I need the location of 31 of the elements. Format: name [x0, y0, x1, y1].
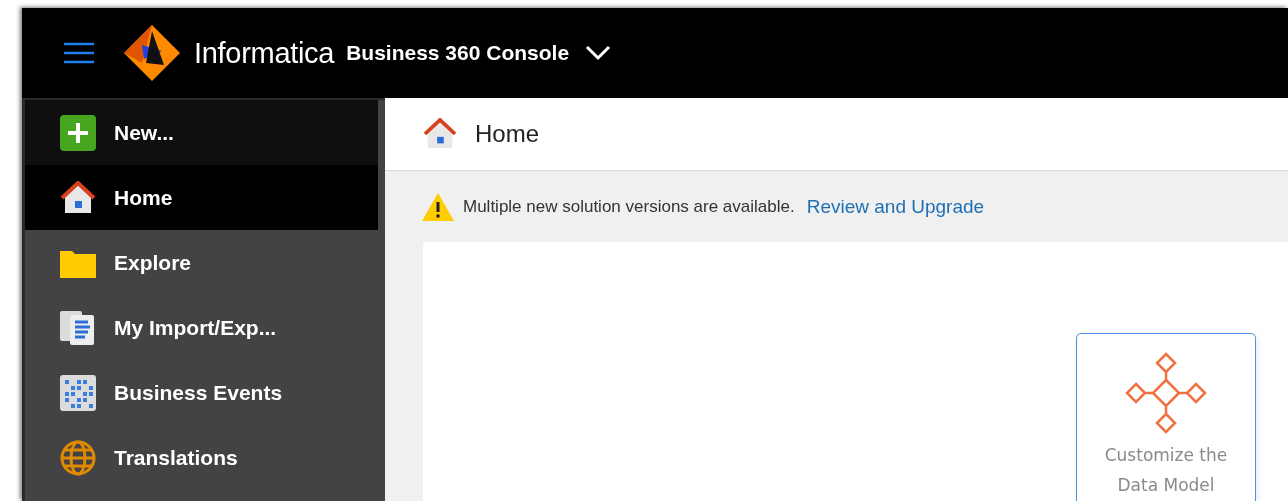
- menu-icon: [64, 42, 94, 64]
- sidebar-item-label: New...: [114, 120, 174, 145]
- chevron-down-icon: [585, 45, 612, 61]
- product-name: Business 360 Console: [346, 41, 570, 65]
- grid-icon: [60, 374, 96, 411]
- plus-icon: [60, 114, 96, 151]
- sidebar-item-label: Business Events: [114, 380, 283, 405]
- sidebar-item-label: Explore: [114, 250, 192, 275]
- sidebar-item[interactable]: My Import/Exp...: [25, 295, 385, 360]
- house-icon: [423, 118, 457, 150]
- data-model-icon: [1125, 352, 1207, 434]
- sidebar-item[interactable]: Translations: [25, 425, 385, 490]
- notice-message: Multiple new solution versions are available.: [463, 196, 795, 217]
- sidebar-item[interactable]: Business Events: [25, 360, 385, 425]
- warning-icon: [421, 191, 455, 222]
- sidebar-item-label: Translations: [114, 445, 238, 470]
- review-upgrade-link[interactable]: Review and Upgrade: [806, 195, 985, 218]
- sidebar-item[interactable]: Explore: [25, 230, 385, 295]
- logo-icon: [124, 25, 180, 81]
- house-icon: [60, 180, 96, 215]
- sidebar-item-label: My Import/Exp...: [114, 315, 277, 340]
- brand-name: Informatica: [194, 36, 335, 70]
- sidebar-item[interactable]: Home: [25, 165, 378, 230]
- sidebar-item[interactable]: New...: [25, 100, 378, 165]
- product-dropdown-button[interactable]: [585, 45, 612, 61]
- card-label: Customize the Data Model: [1103, 444, 1229, 497]
- action-card[interactable]: Customize the Data Model: [1076, 333, 1256, 501]
- documents-icon: [60, 309, 96, 346]
- sidebar-item-label: Home: [114, 185, 173, 210]
- page-title: Home: [475, 120, 540, 148]
- globe-icon: [60, 439, 96, 476]
